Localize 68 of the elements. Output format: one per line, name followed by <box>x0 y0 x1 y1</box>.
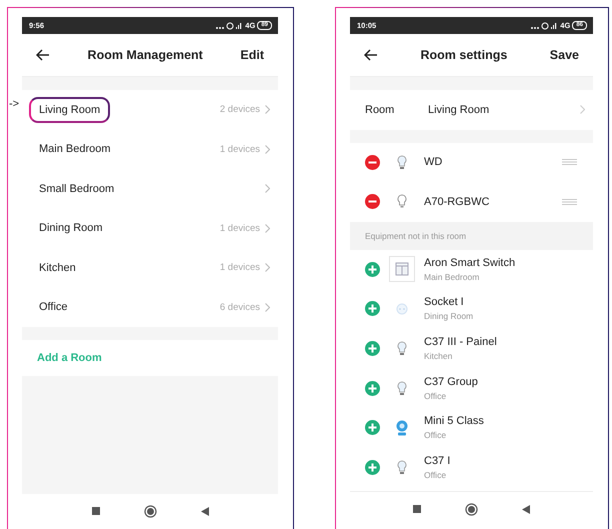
device-name: Aron Smart Switch <box>424 256 516 269</box>
home-icon[interactable] <box>144 504 156 518</box>
status-icons <box>530 22 558 30</box>
device-count: 1 devices <box>220 144 260 155</box>
add-icon[interactable] <box>365 301 380 316</box>
device-room: Office <box>424 470 448 480</box>
bulb-icon <box>397 154 407 170</box>
bulb-icon <box>397 340 407 356</box>
device-count: 1 devices <box>220 222 260 234</box>
chevron-icon <box>580 105 585 114</box>
bulb-icon <box>397 380 407 396</box>
switch-icon <box>389 256 415 282</box>
edit-button[interactable]: Edit <box>240 48 264 62</box>
back-triangle-icon[interactable] <box>522 504 530 514</box>
remove-icon[interactable] <box>365 194 380 210</box>
room-name: Dining Room <box>38 221 104 236</box>
chevron-icon <box>265 184 270 194</box>
device-name: C37 III - Painel <box>424 336 497 348</box>
device-name: C37 Group <box>424 376 478 388</box>
add-icon[interactable] <box>365 340 380 356</box>
room-name: Main Bedroom <box>38 142 112 158</box>
room-name: Kitchen <box>38 260 77 276</box>
back-icon[interactable] <box>36 49 50 61</box>
bulb-icon <box>397 194 407 210</box>
add-icon[interactable] <box>365 380 380 396</box>
screen-title: Room settings <box>419 48 508 62</box>
back-icon[interactable] <box>364 49 378 61</box>
add-icon[interactable] <box>365 420 380 436</box>
device-room: Office <box>424 390 448 401</box>
device-room: Dining Room <box>424 311 474 322</box>
recent-apps-icon[interactable] <box>92 507 100 515</box>
screen-title: Room Management <box>86 48 204 62</box>
back-triangle-icon[interactable] <box>200 506 208 516</box>
chevron-icon <box>265 144 270 154</box>
room-name: Office <box>38 300 69 316</box>
device-name: Mini 5 Class <box>424 415 484 428</box>
status-icons <box>215 22 244 30</box>
device-name: WD <box>424 156 442 168</box>
field-label: Room <box>365 104 396 116</box>
field-value: Living Room <box>428 104 490 116</box>
device-count: 1 devices <box>220 262 260 274</box>
device-room: Office <box>424 430 448 440</box>
add-icon[interactable] <box>365 460 380 475</box>
device-count: 2 devices <box>220 104 260 116</box>
home-icon[interactable] <box>465 502 478 516</box>
section-label: Equipment not in this room <box>365 230 466 240</box>
drag-handle-icon[interactable] <box>562 198 577 205</box>
chevron-icon <box>265 105 270 114</box>
device-name: A70-RGBWC <box>424 196 490 208</box>
chevron-icon <box>265 263 270 272</box>
room-name: Living Room <box>29 96 110 123</box>
device-name: Socket I <box>424 296 465 308</box>
chevron-icon <box>265 302 270 312</box>
bulb-icon <box>397 460 407 475</box>
recent-apps-icon[interactable] <box>413 505 421 514</box>
camera-icon <box>396 420 408 436</box>
device-count: 6 devices <box>220 302 260 313</box>
add-icon[interactable] <box>365 262 380 277</box>
room-name: Small Bedroom <box>38 182 116 197</box>
device-name: C37 I <box>424 454 450 467</box>
pointer-arrow: -> <box>9 98 20 110</box>
device-room: Kitchen <box>424 350 454 361</box>
remove-icon[interactable] <box>365 154 380 170</box>
save-button[interactable]: Save <box>550 48 579 62</box>
device-room: Main Bedroom <box>424 272 480 282</box>
chevron-icon <box>265 224 270 233</box>
socket-icon <box>396 302 408 315</box>
drag-handle-icon[interactable] <box>562 159 577 166</box>
